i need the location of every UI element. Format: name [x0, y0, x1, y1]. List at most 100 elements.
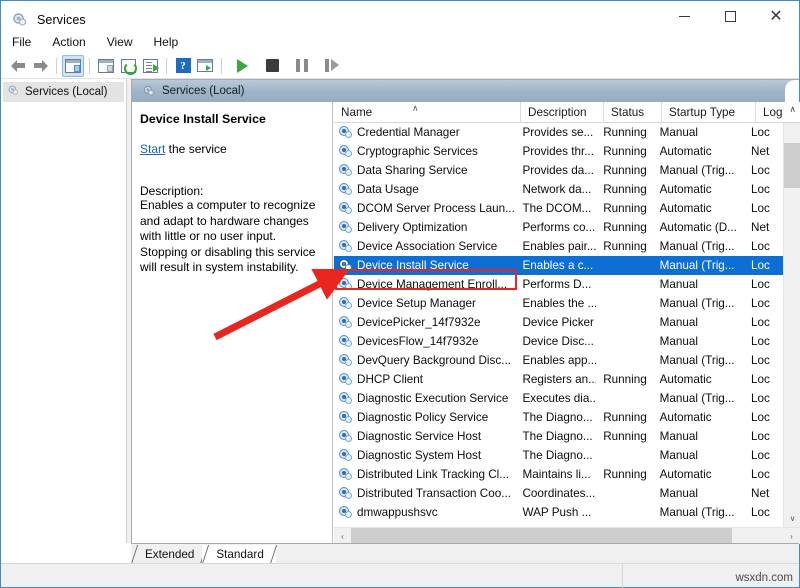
- minimize-button[interactable]: [661, 1, 707, 32]
- start-service-button[interactable]: [231, 55, 253, 77]
- stop-service-button[interactable]: [261, 55, 283, 77]
- back-button[interactable]: [7, 55, 29, 77]
- service-name-label: DevicesFlow_14f7932e: [357, 335, 479, 348]
- table-row[interactable]: Device Association ServiceEnables pair..…: [334, 237, 783, 256]
- table-row[interactable]: Diagnostic Execution ServiceExecutes dia…: [334, 389, 783, 408]
- cell-name: Credential Manager: [334, 126, 515, 139]
- service-gear-icon: [339, 449, 353, 462]
- table-row[interactable]: DevQuery Background Disc...Enables app..…: [334, 351, 783, 370]
- cell-status: Running: [596, 202, 652, 215]
- service-gear-icon: [339, 202, 353, 215]
- maximize-button[interactable]: [707, 1, 753, 32]
- close-button[interactable]: ✕: [753, 1, 799, 32]
- tab-standard[interactable]: Standard: [202, 545, 275, 564]
- tree-item-services-local[interactable]: Services (Local): [3, 82, 124, 102]
- column-header-startup-type[interactable]: Startup Type: [662, 102, 756, 123]
- cell-status: Running: [596, 240, 652, 253]
- vertical-scrollbar[interactable]: ∧ ∨: [783, 123, 800, 527]
- refresh-icon: [121, 59, 136, 73]
- table-row[interactable]: DHCP ClientRegisters an...RunningAutomat…: [334, 370, 783, 389]
- menu-help[interactable]: Help: [152, 33, 189, 51]
- service-gear-icon: [339, 316, 353, 329]
- column-header-status[interactable]: Status: [604, 102, 662, 123]
- cell-description: Provides thr...: [515, 145, 596, 158]
- table-row[interactable]: dmwappushsvcWAP Push ...Manual (Trig...L…: [334, 503, 783, 522]
- toolbar-separator: [56, 58, 57, 74]
- tree-item-label: Services (Local): [25, 86, 107, 98]
- start-service-link[interactable]: Start: [140, 142, 165, 156]
- table-row[interactable]: Device Setup ManagerEnables the ...Manua…: [334, 294, 783, 313]
- cell-name: DHCP Client: [334, 373, 515, 386]
- table-row[interactable]: Diagnostic Policy ServiceThe Diagno...Ru…: [334, 408, 783, 427]
- table-row[interactable]: DevicePicker_14f7932eDevice PickerManual…: [334, 313, 783, 332]
- console-tree-pane: Services (Local): [1, 79, 127, 543]
- detail-service-title: Device Install Service: [140, 112, 322, 126]
- cell-description: Performs D...: [515, 278, 596, 291]
- show-action-pane-button[interactable]: [194, 55, 216, 77]
- scroll-up-icon[interactable]: ∧: [789, 104, 796, 115]
- show-hide-console-tree-button[interactable]: [62, 55, 84, 77]
- cell-log-on-as: Loc: [744, 373, 783, 386]
- services-list: Name ∧ Description Status Startup Type L…: [334, 102, 800, 544]
- table-row[interactable]: Distributed Link Tracking Cl...Maintains…: [334, 465, 783, 484]
- tab-extended[interactable]: Extended: [131, 545, 206, 564]
- service-name-label: DevicePicker_14f7932e: [357, 316, 480, 329]
- scroll-down-button[interactable]: ∨: [784, 510, 800, 527]
- service-gear-icon: [339, 468, 353, 481]
- export-list-button[interactable]: [139, 55, 161, 77]
- table-row[interactable]: Delivery OptimizationPerforms co...Runni…: [334, 218, 783, 237]
- table-row[interactable]: Data Sharing ServiceProvides da...Runnin…: [334, 161, 783, 180]
- table-row[interactable]: Diagnostic Service HostThe Diagno...Runn…: [334, 427, 783, 446]
- table-row[interactable]: DCOM Server Process Laun...The DCOM...Ru…: [334, 199, 783, 218]
- properties-button[interactable]: [95, 55, 117, 77]
- vertical-scrollbar-thumb[interactable]: [784, 143, 800, 188]
- help-button[interactable]: ?: [172, 55, 194, 77]
- menu-view[interactable]: View: [105, 33, 143, 51]
- service-name-label: Device Management Enroll...: [357, 278, 507, 291]
- cell-name: Device Setup Manager: [334, 297, 515, 310]
- services-gear-icon: [11, 11, 29, 29]
- cell-log-on-as: Loc: [744, 126, 783, 139]
- maximize-icon: [725, 11, 736, 22]
- refresh-button[interactable]: [117, 55, 139, 77]
- cell-description: The Diagno...: [515, 449, 596, 462]
- service-gear-icon: [339, 126, 353, 139]
- table-row[interactable]: Distributed Transaction Coo...Coordinate…: [334, 484, 783, 503]
- table-row[interactable]: DevicesFlow_14f7932eDevice Disc...Manual…: [334, 332, 783, 351]
- table-row[interactable]: Device Management Enroll... Performs D...…: [334, 275, 783, 294]
- table-row[interactable]: Device Install ServiceEnables a c...Manu…: [334, 256, 783, 275]
- service-name-label: Distributed Transaction Coo...: [357, 487, 511, 500]
- help-question-icon: ?: [176, 58, 191, 73]
- service-name-label: Data Usage: [357, 183, 419, 196]
- service-detail-panel: Device Install Service Start the service…: [132, 102, 333, 544]
- table-row[interactable]: Cryptographic Services Provides thr...Run…: [334, 142, 783, 161]
- service-name-label: Device Setup Manager: [357, 297, 476, 310]
- menu-file[interactable]: File: [10, 33, 41, 51]
- cell-name: dmwappushsvc: [334, 506, 515, 519]
- detail-description-text: Enables a computer to recognize and adap…: [140, 198, 322, 276]
- column-header-description[interactable]: Description: [521, 102, 604, 123]
- service-name-label: DCOM Server Process Laun...: [357, 202, 515, 215]
- cell-status: Running: [596, 468, 652, 481]
- forward-button[interactable]: [29, 55, 51, 77]
- cell-name: DevQuery Background Disc...: [334, 354, 515, 367]
- service-gear-icon: [339, 392, 353, 405]
- cell-startup-type: Automatic: [653, 373, 744, 386]
- service-name-label: Cryptographic Services: [357, 145, 478, 158]
- table-row[interactable]: Credential ManagerProvides se...RunningM…: [334, 123, 783, 142]
- service-gear-icon: [339, 487, 353, 500]
- arrow-right-icon: [33, 60, 48, 72]
- service-gear-icon: [339, 240, 353, 253]
- minimize-icon: [679, 16, 690, 17]
- table-row[interactable]: Data UsageNetwork da...RunningAutomaticL…: [334, 180, 783, 199]
- service-gear-icon: [339, 145, 353, 158]
- pause-service-button[interactable]: [291, 55, 313, 77]
- status-bar: wsxdn.com: [1, 563, 799, 587]
- cell-startup-type: Manual: [653, 335, 744, 348]
- menu-action[interactable]: Action: [50, 33, 95, 51]
- column-header-name[interactable]: Name ∧: [334, 102, 521, 123]
- horizontal-scrollbar[interactable]: ‹ ›: [334, 527, 800, 544]
- table-row[interactable]: Diagnostic System HostThe Diagno...Manua…: [334, 446, 783, 465]
- cell-status: Running: [596, 145, 652, 158]
- restart-service-button[interactable]: [321, 55, 343, 77]
